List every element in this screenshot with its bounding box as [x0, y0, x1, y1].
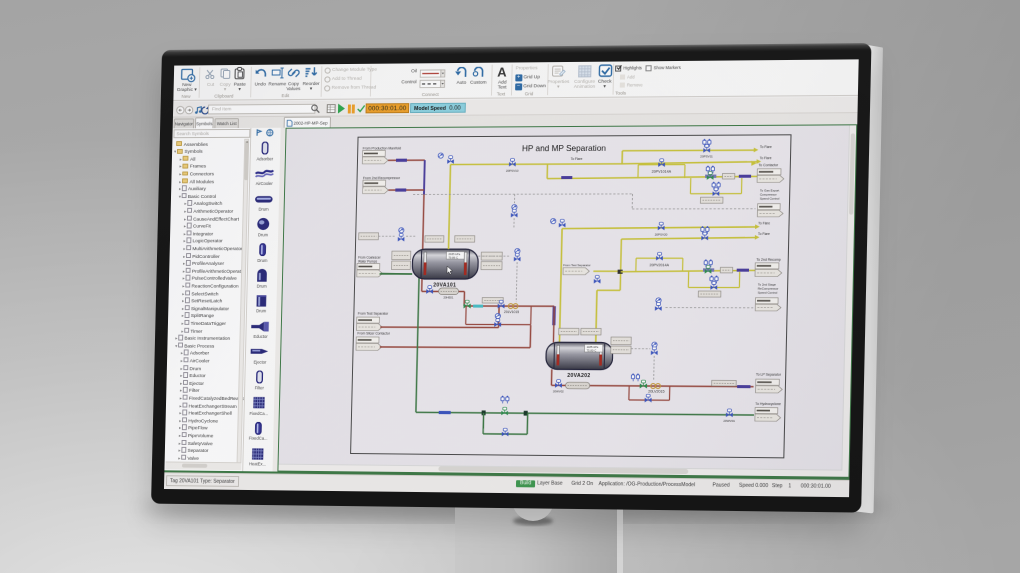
svg-text:From Test Separator: From Test Separator	[358, 312, 389, 316]
svg-text:To Flare: To Flare	[758, 221, 770, 225]
svg-text:79.86 C: 79.86 C	[448, 255, 458, 259]
svg-text:To Flare: To Flare	[760, 145, 772, 149]
svg-text:20WV02: 20WV02	[553, 389, 564, 393]
svg-text:20HE01: 20HE01	[443, 295, 454, 299]
svg-text:To Flare: To Flare	[571, 157, 583, 161]
svg-text:20WV01: 20WV01	[723, 419, 735, 423]
svg-text:From Production Manifold: From Production Manifold	[363, 146, 402, 150]
svg-text:Water Pumps: Water Pumps	[358, 259, 378, 263]
svg-text:From Slicer Contactor: From Slicer Contactor	[357, 331, 391, 335]
svg-text:To Flare: To Flare	[760, 156, 772, 160]
svg-text:HP and MP Separation: HP and MP Separation	[522, 144, 606, 154]
svg-text:Speed Control: Speed Control	[760, 196, 780, 200]
svg-text:20PSV20: 20PSV20	[655, 232, 668, 236]
svg-text:20PV1014A: 20PV1014A	[652, 170, 672, 174]
svg-text:To Contactor: To Contactor	[758, 163, 779, 167]
svg-text:20PSV11: 20PSV11	[700, 154, 713, 158]
svg-text:20LV2015: 20LV2015	[648, 389, 665, 393]
svg-text:To 2nd Recomp: To 2nd Recomp	[756, 258, 781, 262]
svg-text:20VA202: 20VA202	[567, 373, 590, 379]
svg-text:20PV2014A: 20PV2014A	[650, 263, 670, 267]
svg-text:20LV1015: 20LV1015	[504, 310, 519, 314]
svg-text:To LP Separator: To LP Separator	[756, 372, 782, 376]
svg-text:Speed Control: Speed Control	[758, 291, 778, 295]
svg-text:From Test Separator: From Test Separator	[563, 263, 590, 267]
svg-text:To Flare: To Flare	[758, 232, 770, 236]
svg-text:75.80 C: 75.80 C	[586, 348, 596, 352]
svg-text:From 2nd Recompressor: From 2nd Recompressor	[363, 176, 401, 180]
svg-text:20PSV10: 20PSV10	[506, 169, 519, 173]
svg-text:To Hydrocyclone: To Hydrocyclone	[755, 402, 781, 406]
